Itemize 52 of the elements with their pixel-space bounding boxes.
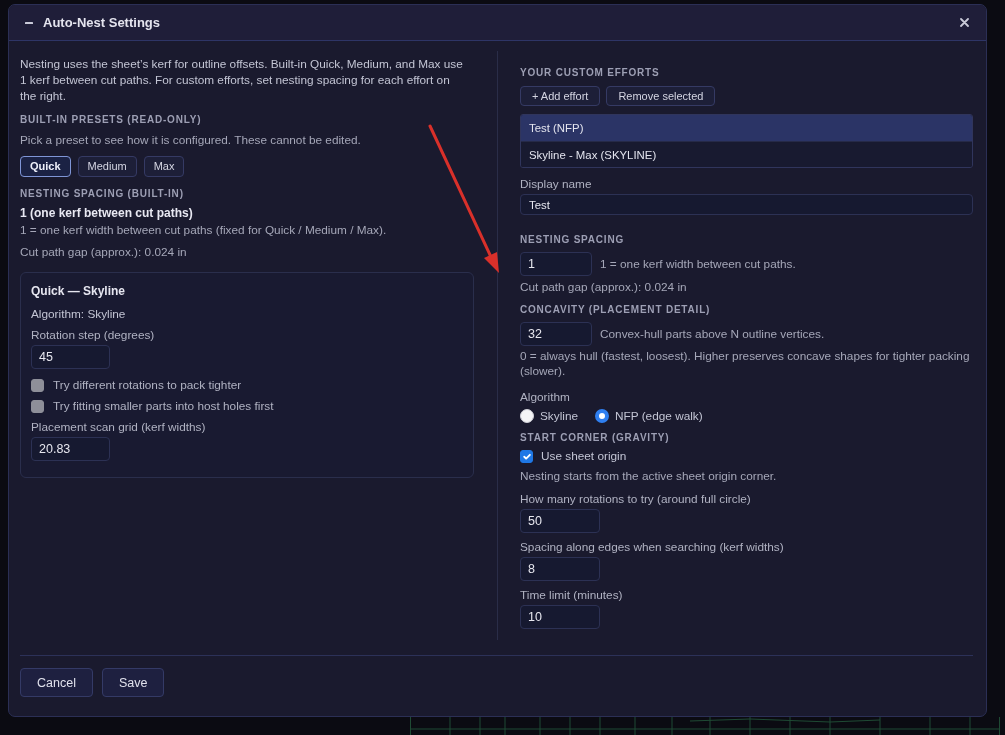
note-text: 1 = one kerf width between cut paths (fixed for Quick / Medium / Max). bbox=[20, 222, 387, 238]
radio-label: Skyline bbox=[540, 408, 579, 424]
number-field[interactable]: 1 bbox=[520, 252, 592, 276]
section-heading: START CORNER (GRAVITY) bbox=[520, 431, 670, 445]
checkbox-label: Try different rotations to pack tighter bbox=[53, 377, 242, 393]
action-button[interactable]: + Add effort bbox=[520, 86, 601, 106]
hint-text: Pick a preset to see how it is configured. These cannot be edited. bbox=[20, 132, 361, 148]
section-heading: NESTING SPACING bbox=[520, 233, 625, 247]
checkbox-label: Try fitting smaller parts into host holes first bbox=[53, 398, 274, 414]
action-button[interactable]: Remove selected bbox=[606, 86, 716, 106]
footer-button[interactable]: Save bbox=[101, 668, 165, 697]
field-label: Display name bbox=[520, 176, 592, 192]
gap-text: Cut path gap (approx.): 0.024 in bbox=[20, 244, 187, 260]
number-field[interactable]: 10 bbox=[520, 605, 600, 629]
field-label: How many rotations to try (around full circle) bbox=[520, 491, 751, 507]
effort-list-item[interactable]: Test (NFP) bbox=[521, 115, 972, 141]
footer-button[interactable]: Cancel bbox=[20, 668, 93, 697]
field-label: Placement scan grid (kerf widths) bbox=[31, 419, 206, 435]
card-title: Quick — Skyline bbox=[31, 283, 126, 299]
number-field[interactable]: 50 bbox=[520, 509, 600, 533]
gap-text: Cut path gap (approx.): 0.024 in bbox=[520, 279, 687, 295]
checkbox-label: Use sheet origin bbox=[541, 448, 627, 464]
number-field[interactable]: 32 bbox=[520, 322, 592, 346]
minimize-icon[interactable] bbox=[25, 21, 33, 24]
section-heading: NESTING SPACING (BUILT-IN) bbox=[20, 187, 184, 201]
radio-label: NFP (edge walk) bbox=[615, 408, 703, 424]
help-text: 0 = always hull (fastest, loosest). Higher preserves concave shapes for tighter packing (slower). bbox=[520, 349, 971, 379]
note-text: 1 = one kerf width between cut paths. bbox=[600, 256, 796, 272]
preset-button[interactable]: Quick bbox=[20, 156, 71, 177]
checkbox[interactable] bbox=[520, 449, 533, 463]
help-text: Nesting starts from the active sheet origin corner. bbox=[520, 468, 777, 484]
preset-button[interactable]: Max bbox=[143, 156, 185, 177]
algorithm-text: Algorithm: Skyline bbox=[31, 306, 126, 322]
number-field[interactable]: 8 bbox=[520, 557, 600, 581]
number-field[interactable]: 45 bbox=[31, 345, 110, 369]
section-heading: BUILT-IN PRESETS (READ-ONLY) bbox=[20, 113, 202, 127]
field-label: Spacing along edges when searching (kerf widths) bbox=[520, 539, 784, 555]
text-field[interactable]: Test bbox=[520, 194, 973, 215]
number-field[interactable]: 20.83 bbox=[31, 437, 110, 461]
spacing-value: 1 (one kerf between cut paths) bbox=[20, 205, 193, 222]
field-label: Time limit (minutes) bbox=[520, 587, 623, 603]
radio-button[interactable] bbox=[595, 409, 610, 423]
close-icon bbox=[959, 18, 969, 27]
note-text: Convex-hull parts above N outline vertices. bbox=[600, 326, 825, 342]
field-label: Algorithm bbox=[520, 389, 570, 405]
effort-list-item[interactable]: Skyline - Max (SKYLINE) bbox=[521, 141, 972, 167]
field-label: Rotation step (degrees) bbox=[31, 327, 155, 343]
dialog-title: Auto-Nest Settings bbox=[43, 14, 160, 31]
intro-text: Nesting uses the sheet’s kerf for outline offsets. Built-in Quick, Medium, and Max use 1 kerf between cut paths. For custom efforts, set nesting spacing for each effort on the right. bbox=[20, 56, 464, 104]
preset-button[interactable]: Medium bbox=[77, 156, 137, 177]
section-heading: YOUR CUSTOM EFFORTS bbox=[520, 66, 660, 80]
section-heading: CONCAVITY (PLACEMENT DETAIL) bbox=[520, 303, 711, 317]
